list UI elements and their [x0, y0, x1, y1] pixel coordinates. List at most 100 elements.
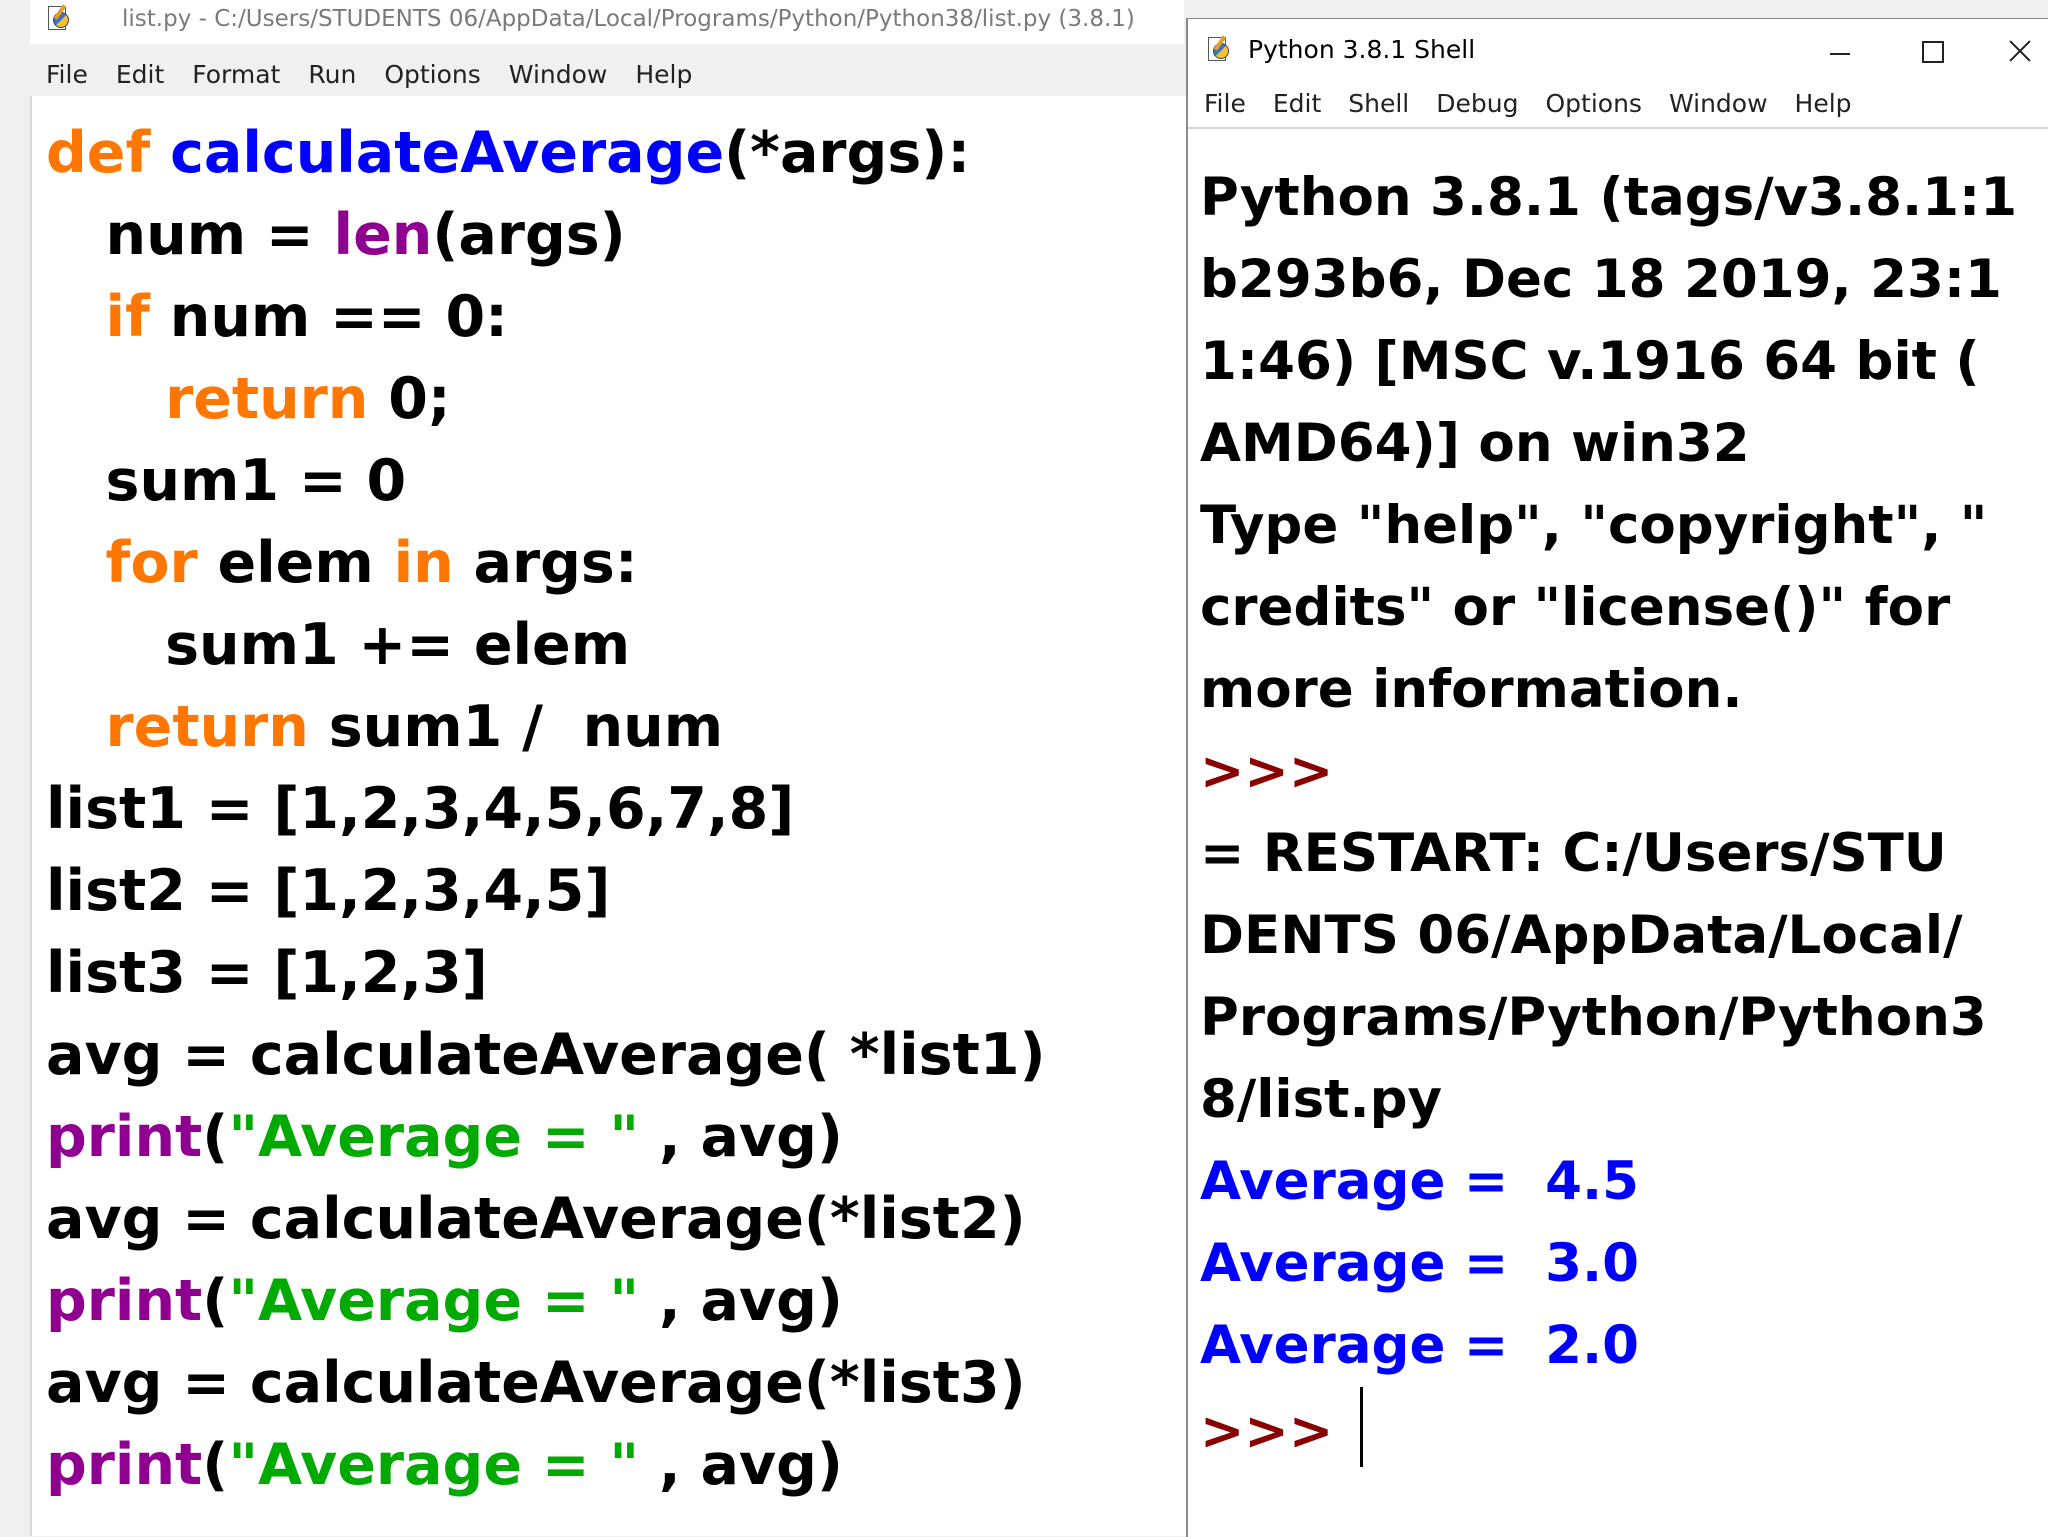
- code-line: if num == 0:: [46, 276, 1046, 358]
- shell-menu-window[interactable]: Window: [1669, 89, 1768, 118]
- code-line-token: num == 0:: [149, 284, 508, 350]
- editor-titlebar[interactable]: list.py - C:/Users/STUDENTS 06/AppData/L…: [30, 0, 1184, 44]
- code-line-token: , avg): [639, 1104, 843, 1170]
- shell-line-token: more information.: [1200, 659, 1743, 720]
- code-line: num = len(args): [46, 194, 1046, 276]
- shell-line: 8/list.py: [1200, 1059, 2017, 1141]
- shell-line-token: [1333, 1401, 1351, 1462]
- code-line-token: print: [46, 1104, 203, 1170]
- shell-text-area[interactable]: Python 3.8.1 (tags/v3.8.1:1 b293b6, Dec 1…: [1188, 129, 2048, 1537]
- shell-line-token: AMD64)] on win32: [1200, 413, 1750, 474]
- code-listing[interactable]: def calculateAverage(*args): num = len(a…: [46, 112, 1046, 1506]
- shell-line-token: credits" or "license()" for: [1200, 577, 1951, 638]
- close-icon[interactable]: [2000, 31, 2040, 71]
- code-line-token: in: [393, 530, 454, 596]
- code-line: return 0;: [46, 358, 1046, 440]
- code-line-token: num =: [46, 202, 334, 268]
- shell-line: credits" or "license()" for: [1200, 567, 2017, 649]
- code-line-token: for: [105, 530, 198, 596]
- shell-line: >>>: [1200, 731, 2017, 813]
- code-line: print("Average = " , avg): [46, 1096, 1046, 1178]
- shell-line: >>>: [1200, 1387, 2017, 1473]
- code-line-token: sum1 += elem: [46, 612, 631, 678]
- minimize-icon[interactable]: [1820, 31, 1860, 71]
- editor-menu-file[interactable]: File: [46, 60, 88, 89]
- code-line: print("Average = " , avg): [46, 1424, 1046, 1506]
- code-line-token: print: [46, 1432, 203, 1498]
- shell-line-token: >>>: [1200, 741, 1334, 802]
- code-line: sum1 += elem: [46, 604, 1046, 686]
- code-line-token: list1 = [1,2,3,4,5,6,7,8]: [46, 776, 795, 842]
- code-line-token: (: [202, 1432, 229, 1498]
- shell-menu-debug[interactable]: Debug: [1436, 89, 1518, 118]
- shell-line-token: = RESTART: C:/Users/STU: [1200, 823, 1947, 884]
- code-line-token: "Average = ": [228, 1432, 640, 1498]
- editor-menu-run[interactable]: Run: [308, 60, 356, 89]
- code-line-token: list2 = [1,2,3,4,5]: [46, 858, 611, 924]
- shell-line: 1:46) [MSC v.1916 64 bit (: [1200, 321, 2017, 403]
- code-line-token: "Average = ": [228, 1104, 640, 1170]
- code-line-token: (: [202, 1104, 229, 1170]
- code-line-token: [46, 694, 106, 760]
- code-line-token: (args): [432, 202, 626, 268]
- code-line: list1 = [1,2,3,4,5,6,7,8]: [46, 768, 1046, 850]
- shell-line-token: DENTS 06/AppData/Local/: [1200, 905, 1963, 966]
- shell-menu-shell[interactable]: Shell: [1348, 89, 1409, 118]
- code-line: for elem in args:: [46, 522, 1046, 604]
- code-line-token: [46, 530, 106, 596]
- shell-line-token: 8/list.py: [1200, 1069, 1443, 1130]
- shell-titlebar[interactable]: Python 3.8.1 Shell: [1188, 19, 2048, 81]
- editor-menu-window[interactable]: Window: [509, 60, 608, 89]
- code-line-token: list3 = [1,2,3]: [46, 940, 488, 1006]
- shell-output[interactable]: Python 3.8.1 (tags/v3.8.1:1 b293b6, Dec 1…: [1200, 157, 2017, 1473]
- code-line-token: avg = calculateAverage(*list2): [46, 1186, 1026, 1252]
- code-line-token: (*args):: [724, 120, 971, 186]
- editor-menu: File Edit Format Run Options Window Help: [46, 60, 720, 89]
- shell-line: Average = 4.5: [1200, 1141, 2017, 1223]
- shell-line: Programs/Python/Python3: [1200, 977, 2017, 1059]
- shell-line-token: 1:46) [MSC v.1916 64 bit (: [1200, 331, 1980, 392]
- shell-line-token: Average = 2.0: [1200, 1315, 1640, 1376]
- code-line: sum1 = 0: [46, 440, 1046, 522]
- code-line-token: len: [333, 202, 433, 268]
- code-line-token: elem: [197, 530, 394, 596]
- code-line: avg = calculateAverage(*list2): [46, 1178, 1046, 1260]
- editor-menu-edit[interactable]: Edit: [116, 60, 164, 89]
- shell-menu: File Edit Shell Debug Options Window Help: [1204, 89, 1879, 118]
- code-line: avg = calculateAverage(*list3): [46, 1342, 1046, 1424]
- shell-line-token: Python 3.8.1 (tags/v3.8.1:1: [1200, 167, 2018, 228]
- code-line-token: , avg): [639, 1432, 843, 1498]
- code-line-token: [46, 284, 106, 350]
- editor-menu-help[interactable]: Help: [635, 60, 692, 89]
- code-line: return sum1 / num: [46, 686, 1046, 768]
- code-line-token: if: [105, 284, 150, 350]
- shell-line-token: Average = 4.5: [1200, 1151, 1640, 1212]
- code-line-token: sum1 / num: [308, 694, 724, 760]
- shell-menu-file[interactable]: File: [1204, 89, 1246, 118]
- code-line: list3 = [1,2,3]: [46, 932, 1046, 1014]
- editor-menu-format[interactable]: Format: [192, 60, 280, 89]
- editor-menu-options[interactable]: Options: [384, 60, 480, 89]
- code-line-token: (: [202, 1268, 229, 1334]
- shell-menu-options[interactable]: Options: [1545, 89, 1641, 118]
- shell-line: = RESTART: C:/Users/STU: [1200, 813, 2017, 895]
- code-line: list2 = [1,2,3,4,5]: [46, 850, 1046, 932]
- code-line-token: 0;: [368, 366, 451, 432]
- code-line: avg = calculateAverage( *list1): [46, 1014, 1046, 1096]
- editor-text-area[interactable]: def calculateAverage(*args): num = len(a…: [30, 96, 1186, 1536]
- code-line-token: return: [165, 366, 369, 432]
- code-line-token: return: [105, 694, 309, 760]
- code-line-token: avg = calculateAverage(*list3): [46, 1350, 1026, 1416]
- editor-menubar: File Edit Format Run Options Window Help: [30, 52, 1184, 96]
- shell-title: Python 3.8.1 Shell: [1248, 35, 1476, 64]
- code-line-token: , avg): [639, 1268, 843, 1334]
- maximize-icon[interactable]: [1910, 31, 1950, 71]
- shell-menu-edit[interactable]: Edit: [1273, 89, 1321, 118]
- shell-line: DENTS 06/AppData/Local/: [1200, 895, 2017, 977]
- shell-menu-help[interactable]: Help: [1795, 89, 1852, 118]
- shell-line: AMD64)] on win32: [1200, 403, 2017, 485]
- shell-line: b293b6, Dec 18 2019, 23:1: [1200, 239, 2017, 321]
- code-line-token: avg = calculateAverage( *list1): [46, 1022, 1046, 1088]
- shell-line-token: Average = 3.0: [1200, 1233, 1640, 1294]
- code-line-token: sum1 = 0: [46, 448, 407, 514]
